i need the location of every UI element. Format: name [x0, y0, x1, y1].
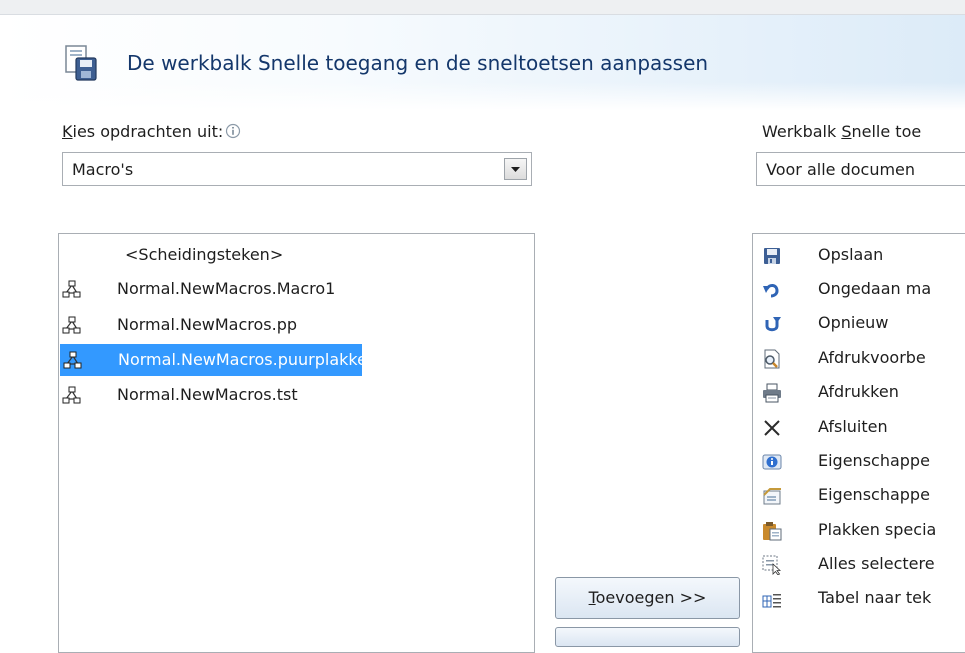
macro-icon: [62, 280, 81, 298]
undo-icon: [763, 284, 779, 298]
window-top-strip: [0, 0, 965, 15]
macro-icon: [63, 351, 82, 369]
toolbar-list-item[interactable]: Afsluiten: [753, 411, 965, 445]
toolbar-commands-list[interactable]: Opslaan Ongedaan ma Opnieuw Afdrukvoorbe…: [752, 233, 965, 653]
customize-toolbar-icon: [65, 45, 97, 81]
choose-commands-label: Kies opdrachten uit:: [62, 122, 241, 141]
print-preview-icon: [764, 349, 780, 369]
list-item-selected[interactable]: Normal.NewMacros.puurplakken: [60, 344, 377, 376]
printer-icon: [763, 383, 781, 403]
available-commands-list[interactable]: <Scheidingsteken> Normal.NewMacros.Macro…: [58, 233, 535, 653]
select-all-icon: [762, 555, 782, 575]
dialog-title: De werkbalk Snelle toegang en de sneltoe…: [127, 51, 709, 75]
toolbar-list-item[interactable]: Ongedaan ma: [753, 273, 965, 307]
info-icon[interactable]: [225, 123, 241, 139]
toolbar-list-item[interactable]: Tabel naar tek: [753, 582, 965, 616]
macro-icon: [62, 386, 81, 404]
list-item[interactable]: Normal.NewMacros.Macro1: [59, 273, 534, 305]
toolbar-list-item[interactable]: Afdrukken: [753, 376, 965, 410]
toolbar-list-item[interactable]: Eigenschappe: [753, 479, 965, 513]
customize-toolbar-value: Voor alle documen: [766, 160, 916, 179]
toolbar-list-item[interactable]: Opnieuw: [753, 307, 965, 341]
toolbar-list-item[interactable]: Alles selectere: [753, 548, 965, 582]
list-item-separator[interactable]: <Scheidingsteken>: [59, 239, 534, 271]
document-properties-icon: [763, 488, 781, 505]
redo-icon: [765, 317, 781, 332]
choose-commands-value: Macro's: [72, 160, 134, 179]
toolbar-list-item[interactable]: Opslaan: [753, 239, 965, 273]
paste-special-icon: [763, 522, 782, 541]
quick-access-toolbar-label: Werkbalk Snelle toe: [762, 122, 922, 141]
remove-button[interactable]: [555, 627, 740, 647]
dropdown-button[interactable]: [504, 158, 527, 180]
macro-icon: [62, 316, 81, 334]
info-properties-icon: [762, 454, 782, 470]
table-to-text-icon: [762, 594, 781, 608]
list-item[interactable]: Normal.NewMacros.pp: [59, 309, 534, 341]
close-icon: [764, 420, 780, 436]
list-item[interactable]: Normal.NewMacros.tst: [59, 379, 534, 411]
toolbar-list-item[interactable]: Eigenschappe: [753, 445, 965, 479]
toolbar-list-item[interactable]: Afdrukvoorbe: [753, 342, 965, 376]
toolbar-list-item[interactable]: Plakken specia: [753, 514, 965, 548]
save-icon: [764, 248, 780, 264]
customize-toolbar-dropdown[interactable]: Voor alle documen: [756, 152, 965, 186]
choose-commands-dropdown[interactable]: Macro's: [62, 152, 532, 186]
chevron-down-icon: [511, 167, 520, 172]
add-button[interactable]: Toevoegen >>: [555, 577, 740, 619]
